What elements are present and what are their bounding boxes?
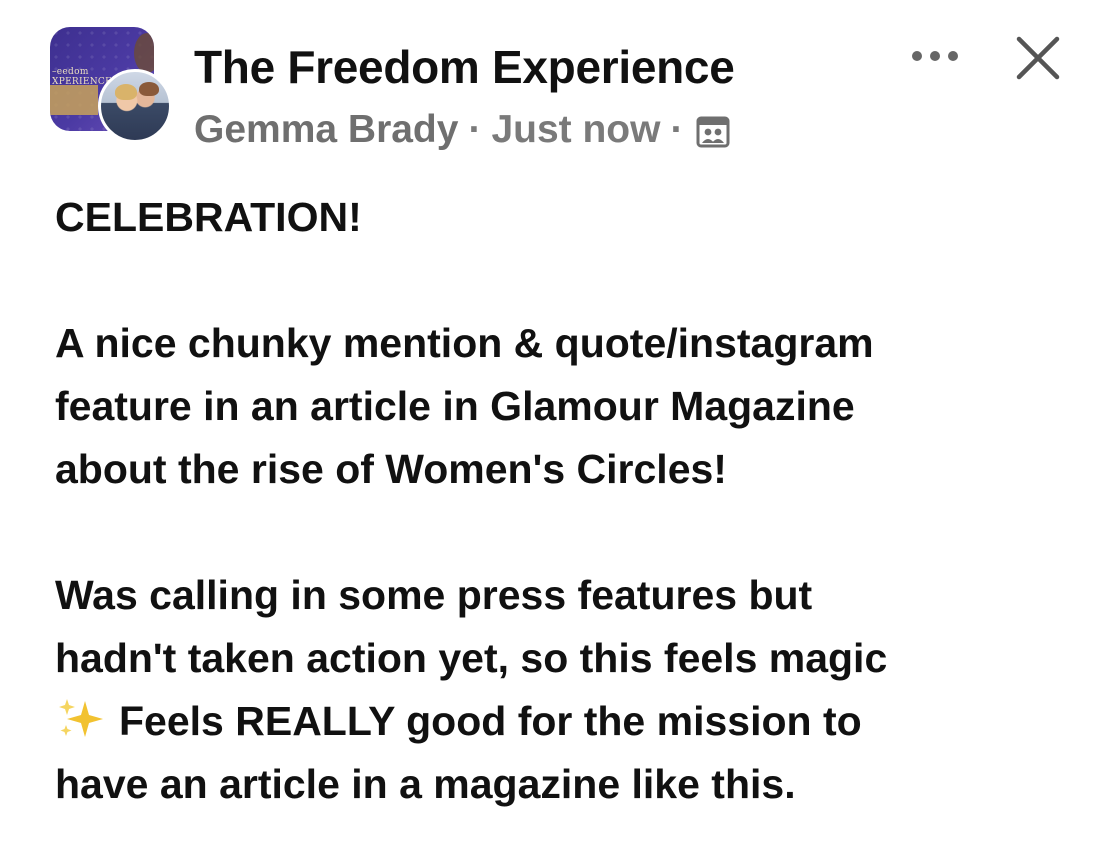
post-text-line: CELEBRATION! (55, 194, 362, 240)
avatar-person-2 (139, 82, 159, 96)
close-icon (1016, 36, 1060, 80)
avatar-person-1 (115, 84, 137, 100)
post-text-line: feature in an article in Glamour Magazin… (55, 383, 855, 429)
post-card: –eedom XPERIENCE The Freedom Experience G… (0, 0, 1101, 867)
group-audience-icon[interactable] (695, 115, 731, 149)
post-text-line: Was calling in some press features but (55, 572, 813, 618)
more-options-button[interactable] (905, 38, 965, 78)
post-avatar-group[interactable]: –eedom XPERIENCE (50, 27, 175, 147)
group-avatar-logo: –eedom XPERIENCE (52, 67, 112, 87)
group-name[interactable]: The Freedom Experience (194, 40, 735, 94)
post-meta: Gemma Brady · Just now · (194, 108, 731, 152)
sparkles-icon (55, 696, 107, 740)
user-avatar[interactable] (98, 69, 172, 143)
meta-separator: · (670, 108, 684, 151)
post-text-line: have an article in a magazine like this. (55, 761, 796, 807)
meta-separator: · (468, 108, 482, 151)
post-text-line-with-emoji: Feels REALLY good for the mission to (55, 690, 1065, 753)
post-text-line: A nice chunky mention & quote/instagram (55, 320, 874, 366)
post-text-line: about the rise of Women's Circles! (55, 446, 727, 492)
post-text-line: Feels REALLY good for the mission to (119, 698, 862, 744)
group-avatar-person (134, 33, 154, 73)
post-text-line: hadn't taken action yet, so this feels m… (55, 635, 888, 681)
post-body: CELEBRATION! A nice chunky mention & quo… (55, 186, 1065, 816)
author-name[interactable]: Gemma Brady (194, 108, 458, 152)
post-timestamp[interactable]: Just now (491, 108, 660, 152)
close-button[interactable] (1010, 30, 1066, 86)
group-avatar-banner (50, 85, 98, 115)
more-horizontal-icon (912, 51, 958, 61)
